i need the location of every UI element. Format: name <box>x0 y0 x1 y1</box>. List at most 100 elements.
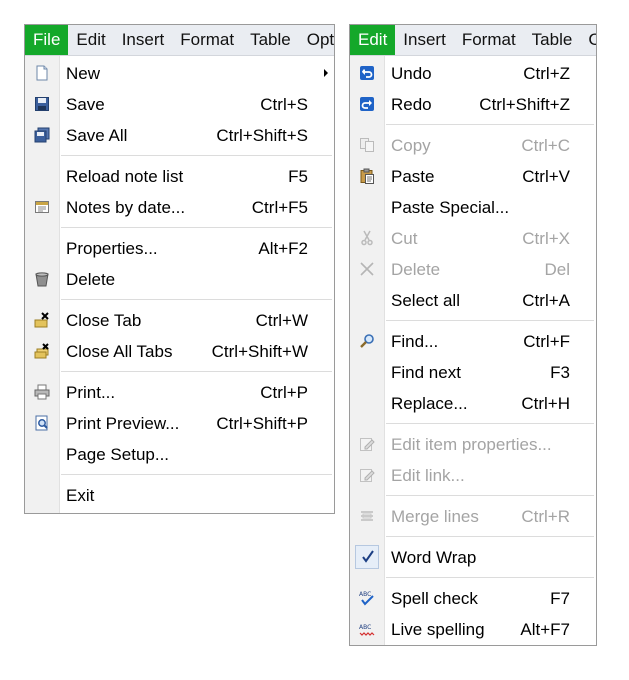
menubar-format[interactable]: Format <box>454 25 524 55</box>
shortcut-label: Ctrl+V <box>522 167 570 186</box>
shortcut-label: Ctrl+F <box>523 332 570 351</box>
menubar-format[interactable]: Format <box>172 25 242 55</box>
menu-item-properties[interactable]: Properties... Alt+F2 <box>25 233 334 264</box>
save-all-icon <box>34 127 50 143</box>
menu-item-reload-note-list[interactable]: Reload note list F5 <box>25 161 334 192</box>
live-spelling-icon: ABC <box>359 624 375 636</box>
shortcut-label: Ctrl+F5 <box>251 198 308 217</box>
menu-item-select-all[interactable]: Select all Ctrl+A <box>350 285 596 316</box>
edit-properties-icon <box>360 438 375 451</box>
menu-item-exit[interactable]: Exit <box>25 480 334 511</box>
shortcut-label: Ctrl+W <box>255 311 308 330</box>
svg-text:ABC: ABC <box>359 624 371 631</box>
menu-separator <box>61 474 332 475</box>
menu-item-label: Properties... <box>66 239 158 258</box>
shortcut-label: Alt+F2 <box>258 239 308 258</box>
menu-item-copy[interactable]: Copy Ctrl+C <box>350 130 596 161</box>
menu-item-save[interactable]: Save Ctrl+S <box>25 89 334 120</box>
menu-item-label: Edit item properties... <box>391 435 552 454</box>
menu-separator <box>386 536 594 537</box>
menubar-truncated[interactable]: C <box>580 25 596 55</box>
menu-item-print-preview[interactable]: Print Preview... Ctrl+Shift+P <box>25 408 334 439</box>
menu-item-cut[interactable]: Cut Ctrl+X <box>350 223 596 254</box>
menu-item-label: Redo <box>391 95 432 114</box>
menu-item-label: Cut <box>391 229 418 248</box>
menu-item-label: Notes by date... <box>66 198 186 217</box>
shortcut-label: Ctrl+R <box>521 507 570 526</box>
menu-item-word-wrap[interactable]: Word Wrap <box>350 542 596 573</box>
menubar-edit[interactable]: Edit <box>68 25 113 55</box>
menu-item-live-spelling[interactable]: ABC Live spelling Alt+F7 <box>350 614 596 645</box>
menu-item-label: Find next <box>391 363 461 382</box>
menu-separator <box>386 320 594 321</box>
shortcut-label: Ctrl+Shift+S <box>216 126 308 145</box>
menu-item-paste[interactable]: Paste Ctrl+V <box>350 161 596 192</box>
calendar-icon <box>35 201 49 213</box>
scissors-icon <box>361 230 373 246</box>
menu-item-save-all[interactable]: Save All Ctrl+Shift+S <box>25 120 334 151</box>
menu-item-edit-link[interactable]: Edit link... <box>350 460 596 491</box>
menu-item-label: Save All <box>66 126 128 145</box>
menu-item-label: Undo <box>391 64 432 83</box>
print-preview-icon <box>35 415 48 431</box>
shortcut-label: Ctrl+Z <box>523 64 570 83</box>
menu-item-find-next[interactable]: Find next F3 <box>350 357 596 388</box>
shortcut-label: Alt+F7 <box>520 620 570 639</box>
menu-item-find[interactable]: Find... Ctrl+F <box>350 326 596 357</box>
menu-item-label: Page Setup... <box>66 445 170 464</box>
menubar: File Edit Insert Format Table Opt <box>25 25 334 56</box>
menu-item-close-tab[interactable]: Close Tab Ctrl+W <box>25 305 334 336</box>
menu-item-label: Edit link... <box>391 466 465 485</box>
menu-separator <box>386 495 594 496</box>
copy-icon <box>360 138 374 152</box>
menu-item-paste-special[interactable]: Paste Special... <box>350 192 596 223</box>
shortcut-label: Del <box>544 260 570 279</box>
menu-item-redo[interactable]: Redo Ctrl+Shift+Z <box>350 89 596 120</box>
menu-item-merge-lines[interactable]: Merge lines Ctrl+R <box>350 501 596 532</box>
menubar-table[interactable]: Table <box>242 25 299 55</box>
menu-item-print[interactable]: Print... Ctrl+P <box>25 377 334 408</box>
menu-item-replace[interactable]: Replace... Ctrl+H <box>350 388 596 419</box>
file-menu: New Save Ctrl+S Save All Ctrl+Shift+S Re… <box>25 56 334 513</box>
menubar: Edit Insert Format Table C <box>350 25 596 56</box>
save-icon <box>35 97 49 111</box>
menubar-insert[interactable]: Insert <box>114 25 173 55</box>
menu-item-close-all-tabs[interactable]: Close All Tabs Ctrl+Shift+W <box>25 336 334 367</box>
shortcut-label: Ctrl+Shift+W <box>211 342 308 361</box>
menu-item-label: New <box>66 64 101 83</box>
menu-item-delete[interactable]: Delete Del <box>350 254 596 285</box>
menu-separator <box>61 155 332 156</box>
edit-menu-window: Edit Insert Format Table C Undo Ctrl+Z R… <box>349 24 597 646</box>
shortcut-label: Ctrl+C <box>521 136 570 155</box>
menu-item-delete[interactable]: Delete <box>25 264 334 295</box>
close-tab-icon <box>34 312 49 328</box>
menu-item-notes-by-date[interactable]: Notes by date... Ctrl+F5 <box>25 192 334 223</box>
menu-item-spell-check[interactable]: ABC Spell check F7 <box>350 583 596 614</box>
menubar-table[interactable]: Table <box>524 25 581 55</box>
menubar-edit[interactable]: Edit <box>350 25 396 55</box>
menubar-file[interactable]: File <box>25 25 69 55</box>
menu-item-label: Spell check <box>391 589 478 608</box>
menubar-insert[interactable]: Insert <box>395 25 454 55</box>
menu-item-undo[interactable]: Undo Ctrl+Z <box>350 58 596 89</box>
trash-icon <box>35 272 49 287</box>
menu-item-label: Paste <box>391 167 435 186</box>
menu-item-label: Exit <box>66 486 95 505</box>
close-all-tabs-icon <box>34 343 49 359</box>
menu-separator <box>386 423 594 424</box>
submenu-arrow-icon <box>324 69 328 77</box>
shortcut-label: Ctrl+Shift+P <box>216 414 308 433</box>
menu-separator <box>61 371 332 372</box>
menu-separator <box>386 124 594 125</box>
menu-item-label: Delete <box>391 260 441 279</box>
magnifier-icon <box>360 334 374 348</box>
menu-item-page-setup[interactable]: Page Setup... <box>25 439 334 470</box>
menu-item-edit-item-properties[interactable]: Edit item properties... <box>350 429 596 460</box>
menu-item-label: Save <box>66 95 105 114</box>
menu-item-label: Find... <box>391 332 439 351</box>
menu-item-new[interactable]: New <box>25 58 334 89</box>
shortcut-label: F5 <box>288 167 308 186</box>
menu-item-label: Delete <box>66 270 116 289</box>
menubar-options[interactable]: Opt <box>299 25 334 55</box>
menu-item-label: Copy <box>391 136 431 155</box>
